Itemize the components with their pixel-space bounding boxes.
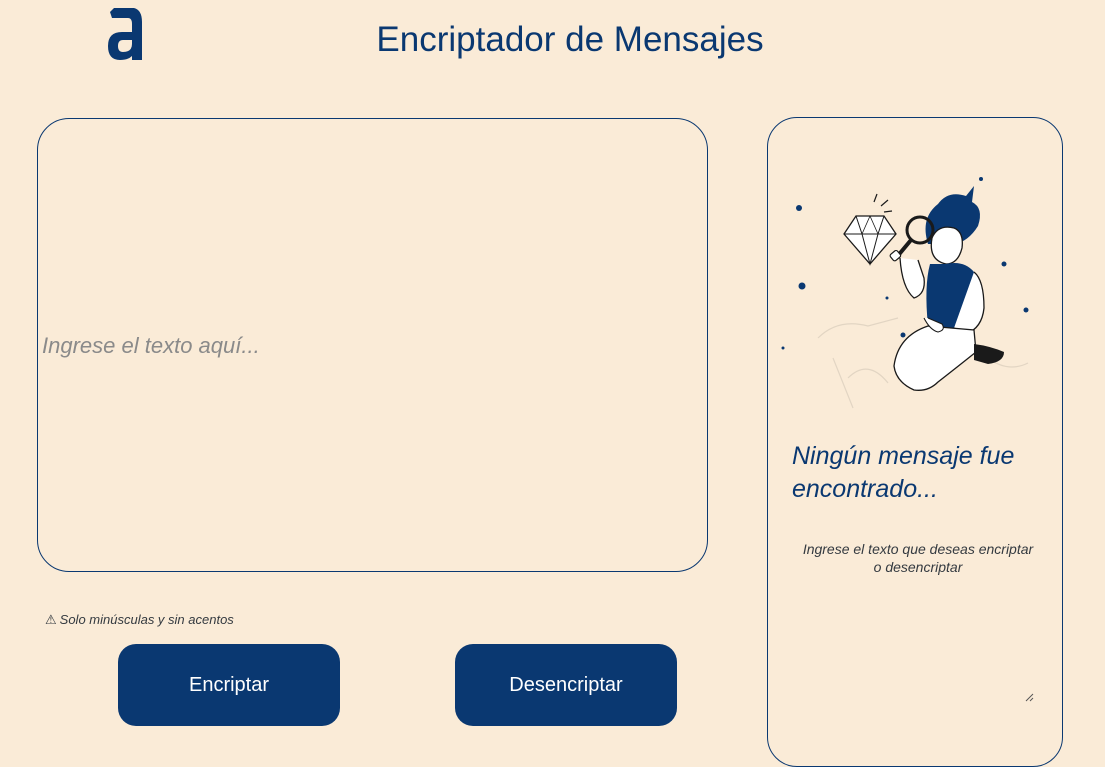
warning-note: ⚠ Solo minúsculas y sin acentos xyxy=(45,612,234,628)
encrypt-button[interactable]: Encriptar xyxy=(118,644,340,726)
message-input[interactable] xyxy=(37,118,708,572)
person-magnifying-glass-illustration xyxy=(781,177,1029,409)
empty-state-subtitle: Ingrese el texto que deseas encriptar o … xyxy=(802,541,1034,575)
empty-state-title: Ningún mensaje fue encontrado... xyxy=(792,442,1015,503)
page-title: Encriptador de Mensajes xyxy=(376,20,764,59)
resize-grip-icon[interactable] xyxy=(1024,692,1034,702)
warning-text: Solo minúsculas y sin acentos xyxy=(59,612,234,627)
logo-icon xyxy=(108,8,142,60)
output-panel: Ningún mensaje fue encontrado... Ingrese… xyxy=(767,117,1063,767)
warning-icon: ⚠ xyxy=(45,612,57,627)
decrypt-button[interactable]: Desencriptar xyxy=(455,644,677,726)
